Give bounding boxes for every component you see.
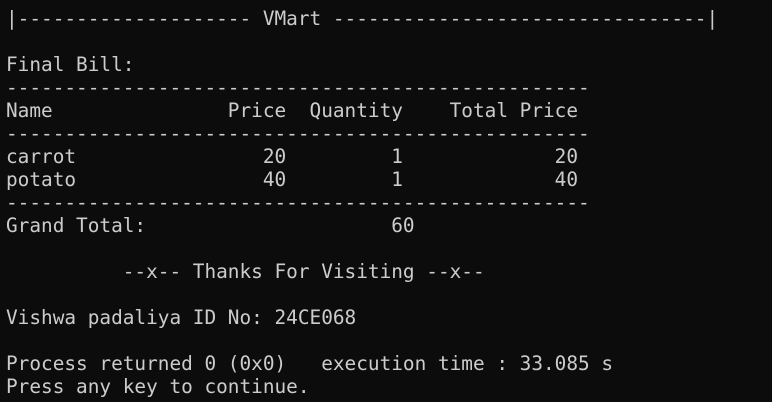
divider-bottom: ----------------------------------------… (6, 191, 590, 214)
header-banner: |-------------------- VMart ------------… (6, 7, 719, 30)
final-bill-heading: Final Bill: (6, 53, 135, 76)
divider-header: ----------------------------------------… (6, 122, 590, 145)
student-id: Vishwa padaliya ID No: 24CE068 (6, 306, 357, 329)
process-status: Process returned 0 (0x0) execution time … (6, 352, 614, 375)
table-row: potato 40 1 40 (6, 168, 579, 191)
table-header: Name Price Quantity Total Price (6, 99, 579, 122)
console-window[interactable]: |-------------------- VMart ------------… (0, 0, 772, 402)
table-row: carrot 20 1 20 (6, 145, 579, 168)
thanks-message: --x-- Thanks For Visiting --x-- (6, 260, 485, 283)
divider-top: ----------------------------------------… (6, 76, 590, 99)
grand-total: Grand Total: 60 (6, 214, 415, 237)
continue-prompt: Press any key to continue. (6, 375, 310, 398)
